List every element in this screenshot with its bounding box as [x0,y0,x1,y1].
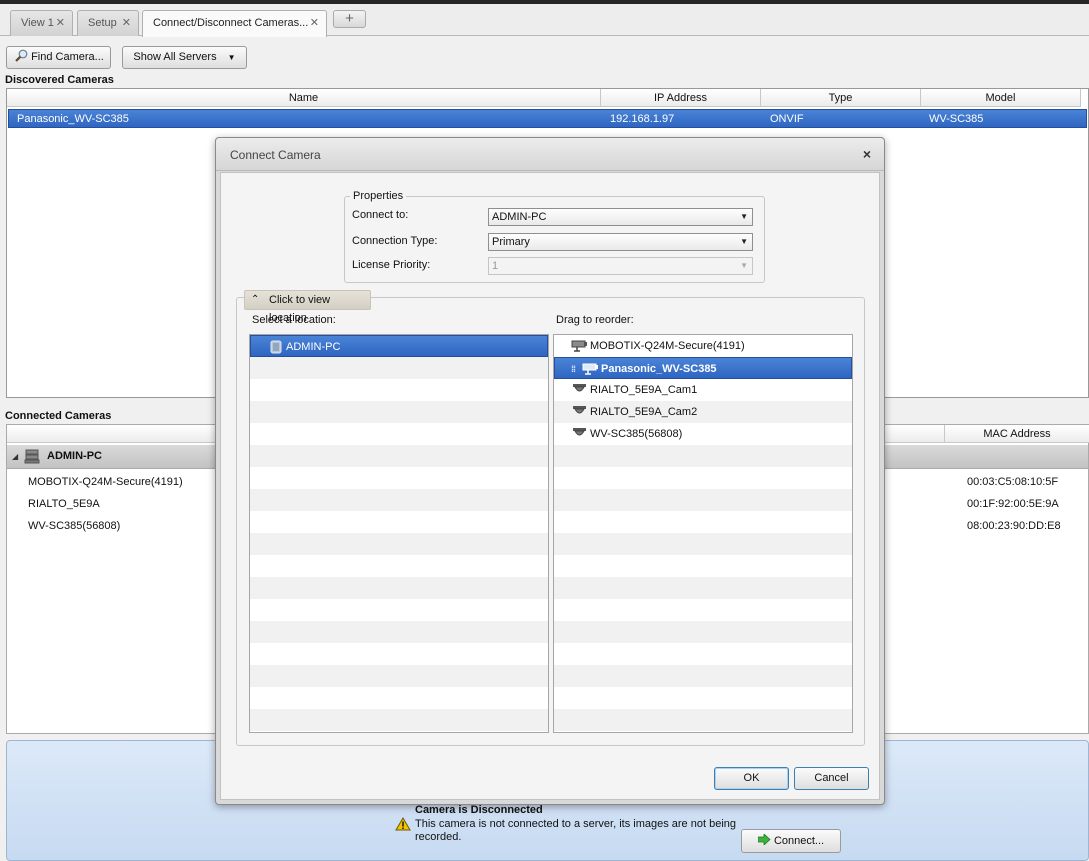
window-top-edge [0,0,1089,4]
close-icon[interactable]: ✕ [56,11,65,35]
ok-button[interactable]: OK [714,767,789,790]
connect-to-label: Connect to: [352,209,409,221]
license-priority-select: 1 ▼ [488,257,753,275]
magnifier-icon [15,49,28,62]
column-header-model[interactable]: Model [921,89,1081,107]
server-name: ADMIN-PC [47,450,102,462]
chevron-down-icon: ▼ [227,53,236,62]
camera-name: WV-SC385(56808) [590,428,683,440]
tab-label: View 1 [21,17,54,29]
drag-handle-icon[interactable]: ⁞⁞ [571,358,576,380]
camera-ip-cell: 192.168.1.97 [610,113,675,125]
list-item[interactable]: RIALTO_5E9A_Cam1 [554,379,852,401]
list-item[interactable]: WV-SC385(56808) [554,423,852,445]
dialog-body: Properties Connect to: ADMIN-PC ▼ Connec… [220,172,880,800]
connect-to-value: ADMIN-PC [492,211,547,223]
find-camera-button[interactable]: Find Camera... [6,46,111,69]
list-item[interactable]: MOBOTIX-Q24M-Secure(4191) [554,335,852,357]
collapse-arrow-icon[interactable]: ◢ [12,452,18,461]
connect-to-select[interactable]: ADMIN-PC ▼ [488,208,753,226]
show-all-servers-label: Show All Servers [133,51,217,63]
mac-address-cell: 00:1F:92:00:5E:9A [967,498,1059,510]
camera-name: RIALTO_5E9A_Cam1 [590,384,698,396]
connection-type-label: Connection Type: [352,235,438,247]
chevron-down-icon: ▼ [740,237,748,246]
list-item-selected[interactable]: ⁞⁞ Panasonic_WV-SC385 [554,357,852,379]
dome-camera-icon [573,406,586,414]
view-location-toggle[interactable]: ⌃ Click to view location [244,290,371,324]
dialog-title: Connect Camera [230,148,321,162]
mac-address-cell: 08:00:23:90:DD:E8 [967,520,1061,532]
license-priority-label: License Priority: [352,259,431,271]
show-all-servers-dropdown[interactable]: Show All Servers ▼ [122,46,247,69]
connection-type-value: Primary [492,236,530,248]
camera-model-cell: WV-SC385 [929,113,984,125]
table-row[interactable]: Panasonic_WV-SC385 192.168.1.97 ONVIF WV… [8,109,1087,128]
status-message: This camera is not connected to a server… [415,818,736,843]
status-title: Camera is Disconnected [415,804,543,816]
select-location-label: Select a location: [252,314,336,326]
server-icon [24,449,40,464]
cancel-button[interactable]: Cancel [794,767,869,790]
list-item[interactable]: RIALTO_5E9A_Cam2 [554,401,852,423]
server-icon [270,340,282,354]
tab-label: Setup [88,17,117,29]
connect-camera-dialog: Connect Camera × Properties Connect to: … [215,137,885,805]
list-item[interactable]: RIALTO_5E9A [28,498,100,510]
camera-name-cell: Panasonic_WV-SC385 [17,113,129,125]
column-header-name[interactable]: Name [7,89,601,107]
discovered-cameras-title: Discovered Cameras [5,74,114,86]
box-camera-icon [582,363,598,375]
location-list: ADMIN-PC [249,334,549,733]
close-icon[interactable]: × [863,146,871,162]
location-item-admin-pc[interactable]: ADMIN-PC [250,335,548,357]
camera-name: Panasonic_WV-SC385 [601,363,717,375]
connection-type-select[interactable]: Primary ▼ [488,233,753,251]
camera-name: MOBOTIX-Q24M-Secure(4191) [590,340,745,352]
add-tab-button[interactable]: + [333,10,366,28]
close-icon[interactable]: ✕ [122,11,131,35]
drag-to-reorder-label: Drag to reorder: [556,314,634,326]
dialog-title-bar[interactable]: Connect Camera × [216,138,884,171]
chevron-up-icon: ⌃ [251,294,260,305]
mac-address-cell: 00:03:C5:08:10:5F [967,476,1059,488]
tab-setup[interactable]: Setup ✕ [77,10,139,36]
connect-label: Connect... [773,835,825,847]
camera-reorder-list: MOBOTIX-Q24M-Secure(4191) ⁞⁞ Panasonic_W… [553,334,853,733]
box-camera-icon [571,340,587,352]
arrow-right-icon [757,833,771,846]
camera-type-cell: ONVIF [770,113,804,125]
column-header-mac[interactable]: MAC Address [945,425,1089,443]
list-stripes [250,335,548,732]
chevron-down-icon: ▼ [740,212,748,221]
location-name: ADMIN-PC [286,341,341,353]
column-header-type[interactable]: Type [761,89,921,107]
warning-icon [395,817,411,831]
dome-camera-icon [573,384,586,392]
license-priority-value: 1 [492,260,499,272]
list-item[interactable]: MOBOTIX-Q24M-Secure(4191) [28,476,183,488]
connected-cameras-title: Connected Cameras [5,410,112,422]
chevron-down-icon: ▼ [740,261,748,270]
close-icon[interactable]: ✕ [310,11,319,35]
dome-camera-icon [573,428,586,436]
connect-button[interactable]: Connect... [741,829,841,853]
find-camera-label: Find Camera... [31,51,104,63]
tab-bar: View 1 ✕ Setup ✕ Connect/Disconnect Came… [0,0,1089,37]
tab-view-1[interactable]: View 1 ✕ [10,10,73,36]
tab-connect-disconnect[interactable]: Connect/Disconnect Cameras... ✕ [142,10,327,37]
tab-label: Connect/Disconnect Cameras... [153,17,309,29]
properties-legend: Properties [350,190,407,202]
properties-group: Properties Connect to: ADMIN-PC ▼ Connec… [344,190,765,283]
camera-name: RIALTO_5E9A_Cam2 [590,406,698,418]
column-header-ip[interactable]: IP Address [601,89,761,107]
list-item[interactable]: WV-SC385(56808) [28,520,120,532]
